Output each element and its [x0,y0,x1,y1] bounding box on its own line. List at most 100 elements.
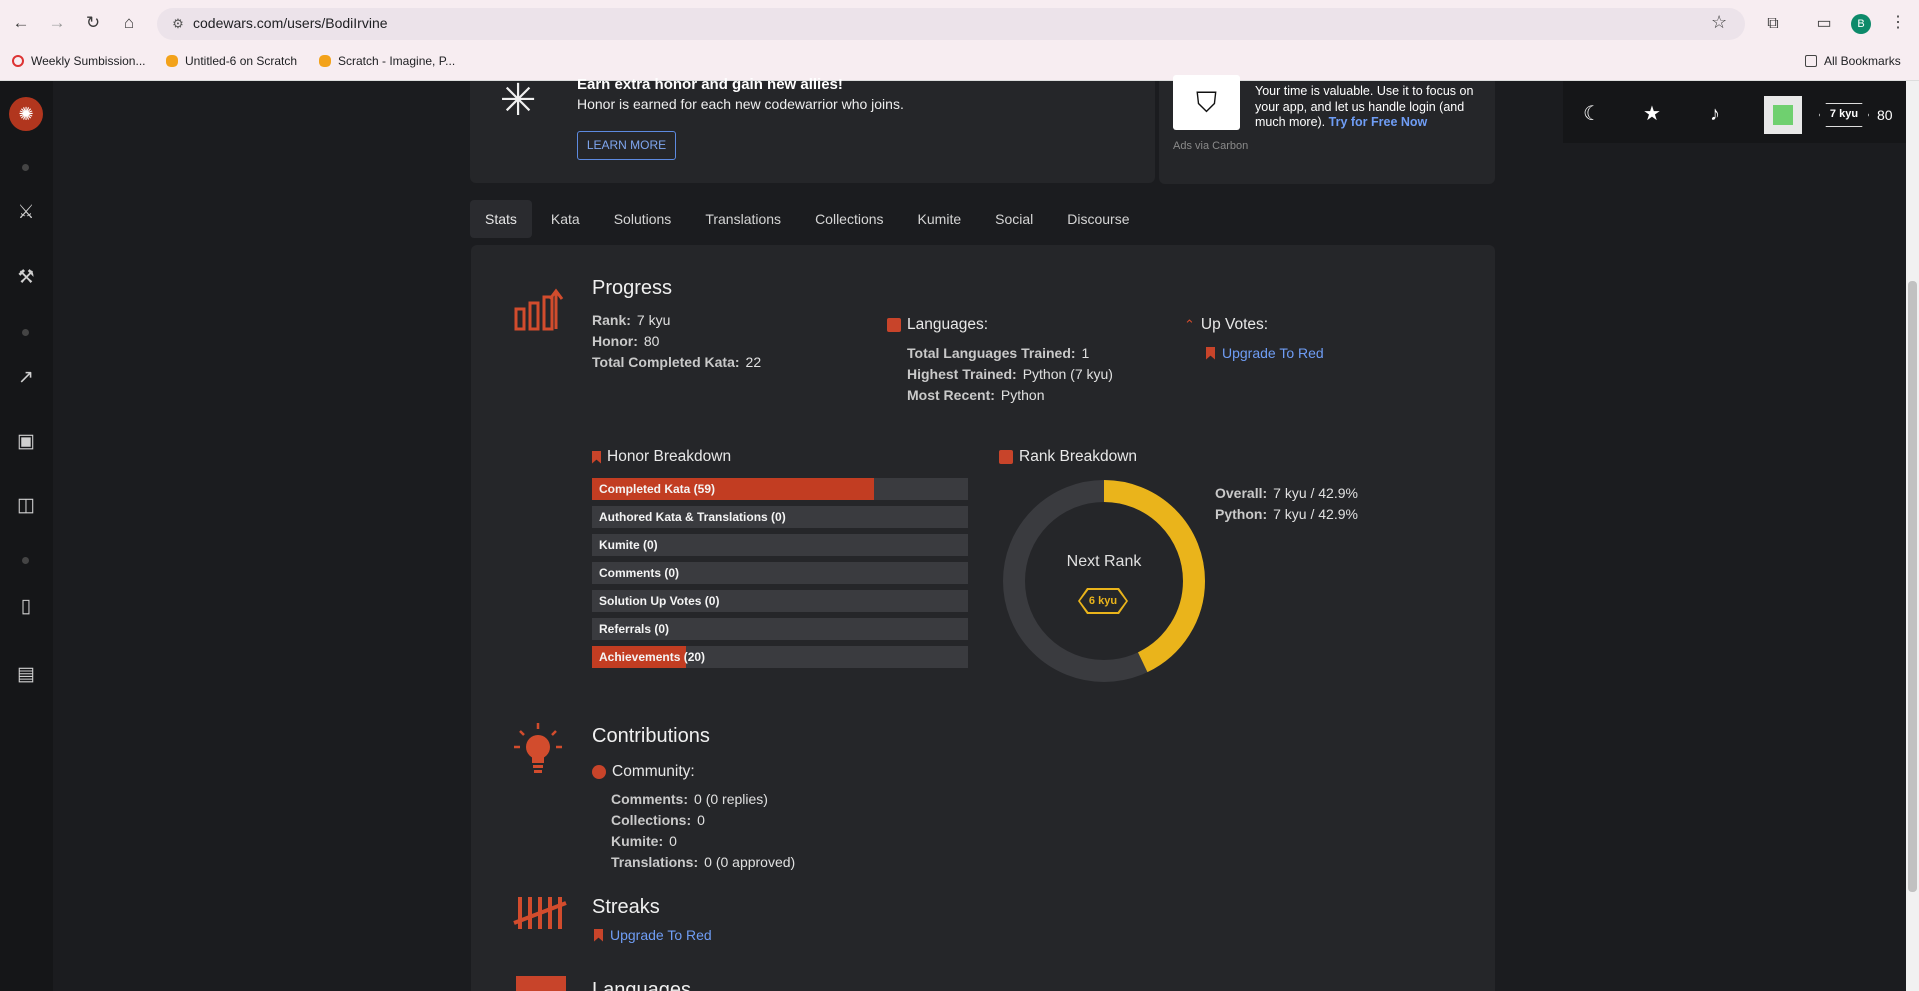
tab-translations[interactable]: Translations [690,200,796,238]
scratch-favicon-icon [166,55,178,67]
site-info-icon[interactable]: ⚙ [168,14,188,34]
bookmark-label: Weekly Sumbission... [31,54,146,68]
rank-icon [999,450,1013,464]
scrollbar-thumb[interactable] [1908,281,1917,892]
honor-value: 80 [643,333,660,349]
bookmark-icon[interactable]: ★ [1638,100,1666,128]
tab-stats[interactable]: Stats [470,200,532,238]
forward-icon[interactable]: → [46,12,68,34]
comments-value: 0 (0 replies) [694,791,768,807]
honor-bar-label: Kumite (0) [599,538,658,552]
profile-tabs: Stats Kata Solutions Translations Collec… [470,200,1149,238]
trained-value: 1 [1081,345,1090,361]
profile-avatar[interactable]: B [1851,14,1871,34]
address-bar[interactable] [157,8,1745,40]
tab-kumite[interactable]: Kumite [903,200,977,238]
upvotes-upgrade-link[interactable]: Upgrade To Red [1206,345,1324,361]
recent-value: Python [1000,387,1045,403]
ad-logo-icon[interactable]: ⛉ [1173,75,1240,130]
rank-label: Rank: [592,312,631,328]
home-icon[interactable]: ⌂ [118,12,140,34]
collections-row: Collections: 0 [611,812,705,828]
blog-icon[interactable]: ▤ [13,662,39,688]
rank-progress-donut [1003,480,1205,682]
community-heading: Community: [592,763,695,781]
lightbulb-icon [512,721,564,775]
honor-bar: Achievements (20) [592,646,968,668]
streaks-title: Streaks [592,896,660,918]
languages-terminal-icon [516,976,566,991]
kumite-icon[interactable]: ⚒ [13,265,39,291]
languages-title: Languages: [907,316,989,333]
bookmark-star-icon[interactable]: ☆ [1711,12,1727,33]
ribbon-icon [1206,346,1215,360]
upgrade-link-label: Upgrade To Red [1222,345,1324,361]
honor-bar: Comments (0) [592,562,968,584]
docs-icon[interactable]: ▯ [13,594,39,620]
next-rank-label: Next Rank [1066,553,1142,570]
banner-title: Earn extra honor and gain new allies! [577,76,843,93]
kumite-label: Kumite: [611,833,664,849]
terminal-icon [887,318,901,332]
divider-dot [22,557,29,564]
honor-bar: Authored Kata & Translations (0) [592,506,968,528]
overall-label: Overall: [1215,485,1268,501]
ads-via-carbon[interactable]: Ads via Carbon [1173,140,1248,152]
back-icon[interactable]: ← [10,12,32,34]
user-avatar[interactable] [1764,96,1802,134]
honor-bar-label: Authored Kata & Translations (0) [599,510,786,524]
upvotes-heading: ⌃ Up Votes: [1184,316,1268,334]
codewars-logo-icon[interactable]: ✺ [9,97,43,131]
tab-discourse[interactable]: Discourse [1052,200,1144,238]
bookmark-label: Scratch - Imagine, P... [338,54,456,68]
kumite-value: 0 [669,833,677,849]
overall-value: 7 kyu / 42.9% [1273,485,1358,501]
rank-badge[interactable]: 7 kyu [1819,103,1869,127]
learn-more-button[interactable]: LEARN MORE [577,131,676,160]
practice-icon[interactable]: ⚔ [13,200,39,226]
progress-chart-icon [512,283,568,333]
tally-marks-icon [512,893,568,933]
ad-link[interactable]: Try for Free Now [1329,115,1428,129]
next-rank-badge: 6 kyu [1080,590,1126,612]
folder-icon [1805,55,1817,67]
honor-bar: Kumite (0) [592,534,968,556]
divider-dot [22,164,29,171]
ad-text[interactable]: Your time is valuable. Use it to focus o… [1255,84,1485,131]
bookmark-scratch-home[interactable]: Scratch - Imagine, P... [319,54,455,68]
community-title: Community: [612,763,695,780]
honor-breakdown-heading: Honor Breakdown [592,448,731,466]
honor-bar-label: Comments (0) [599,566,680,580]
discord-icon[interactable]: ▣ [13,429,39,455]
upvotes-title: Up Votes: [1200,316,1269,333]
tab-social[interactable]: Social [980,200,1048,238]
streaks-upgrade-link[interactable]: Upgrade To Red [594,927,712,943]
kata-value: 22 [745,354,762,370]
highest-label: Highest Trained: [907,366,1017,382]
most-recent-row: Most Recent: Python [907,387,1045,403]
reload-icon[interactable]: ↻ [82,12,104,34]
all-bookmarks[interactable]: All Bookmarks [1805,54,1901,68]
contributions-title: Contributions [592,725,710,747]
bookmark-scratch-untitled[interactable]: Untitled-6 on Scratch [166,54,297,68]
honor-label: Honor: [592,333,638,349]
highest-trained-row: Highest Trained: Python (7 kyu) [907,366,1113,382]
leaderboard-icon[interactable]: ↗ [13,365,39,391]
tab-kata[interactable]: Kata [536,200,595,238]
discourse-icon[interactable]: ◫ [13,493,39,519]
moon-icon[interactable]: ☾ [1578,100,1606,128]
menu-icon[interactable]: ⋮ [1890,12,1906,32]
community-icon [592,765,606,779]
bell-icon[interactable]: ♪ [1701,100,1729,128]
tab-collections[interactable]: Collections [800,200,898,238]
tab-solutions[interactable]: Solutions [599,200,687,238]
kata-label: Total Completed Kata: [592,354,740,370]
extensions-icon[interactable]: ⧉ [1761,12,1785,36]
honor-bar-label: Achievements (20) [599,650,706,664]
cast-icon[interactable]: ▭ [1812,12,1836,36]
url-text[interactable]: codewars.com/users/BodiIrvine [193,15,388,31]
upgrade-link-label: Upgrade To Red [610,927,712,943]
bookmark-weekly[interactable]: Weekly Sumbission... [12,54,146,68]
honor-count: 80 [1877,107,1893,123]
bookmark-favicon-icon [12,55,24,67]
